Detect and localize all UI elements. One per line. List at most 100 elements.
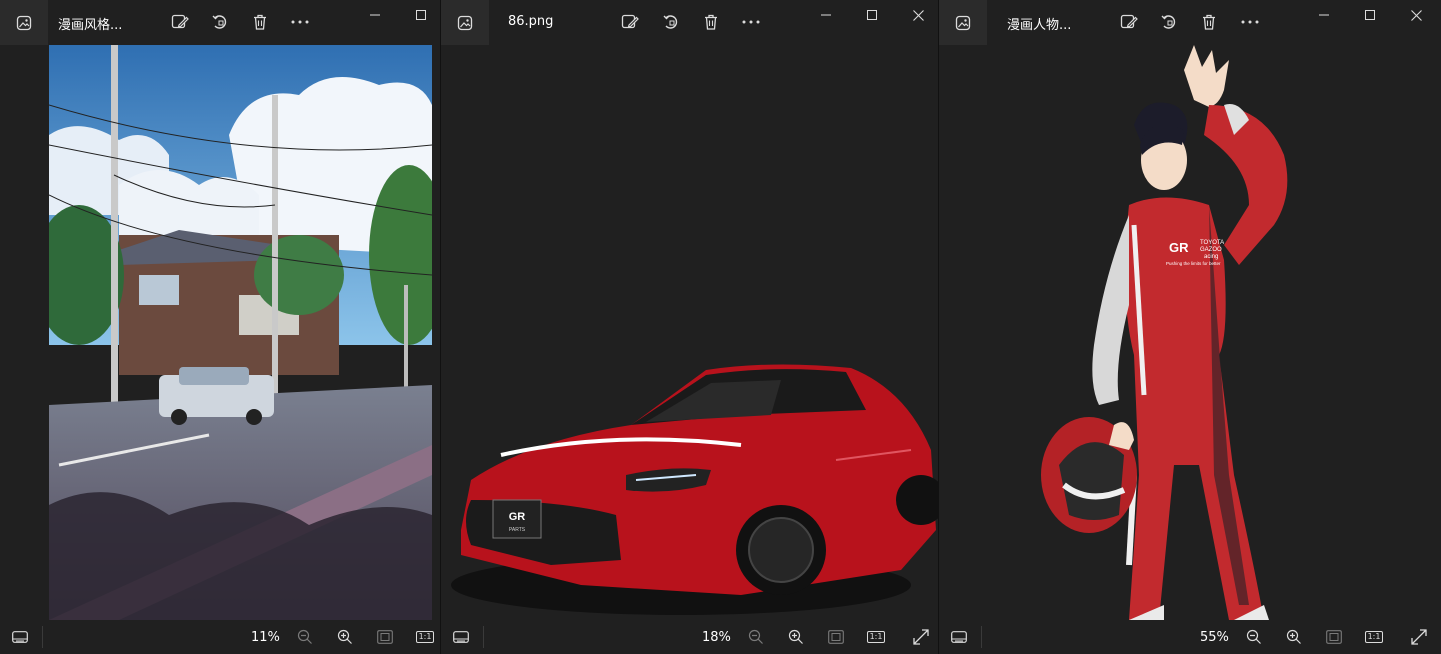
status-bar: 55% 1:1 [939, 620, 1441, 654]
title-bar[interactable]: 86.png [441, 0, 938, 45]
close-icon [1410, 9, 1422, 21]
tab-title: 漫画人物... [1007, 18, 1072, 33]
actual-size-button[interactable]: 1:1 [411, 623, 439, 651]
racing-logo-text: acing [1204, 254, 1218, 260]
actual-size-button[interactable]: 1:1 [1360, 623, 1388, 651]
delete-icon [254, 14, 266, 30]
zoom-in-button[interactable] [1280, 623, 1308, 651]
more-icon [291, 20, 309, 24]
street-scene-image [49, 45, 432, 620]
close-icon [912, 9, 924, 21]
maximize-button[interactable] [398, 0, 440, 30]
edit-image-button[interactable] [164, 8, 196, 36]
more-icon [742, 20, 760, 24]
delete-button[interactable] [695, 8, 727, 36]
edit-image-icon [1120, 14, 1138, 29]
edit-image-button[interactable] [1113, 8, 1145, 36]
filmstrip-icon [951, 631, 967, 643]
image-canvas[interactable]: GR PARTS [441, 45, 938, 620]
zoom-level[interactable]: 18% [702, 630, 731, 645]
zoom-level[interactable]: 55% [1200, 630, 1229, 645]
tab-title: 86.png [508, 14, 554, 29]
fit-to-window-button[interactable] [371, 623, 399, 651]
zoom-in-button[interactable] [331, 623, 359, 651]
maximize-icon [416, 10, 426, 20]
actual-size-icon: 1:1 [866, 631, 886, 643]
parts-badge: PARTS [509, 527, 526, 533]
actual-size-icon: 1:1 [415, 631, 435, 643]
filmstrip-icon [12, 631, 28, 643]
fit-to-window-button[interactable] [1320, 623, 1348, 651]
delete-icon [705, 14, 717, 30]
fit-to-window-button[interactable] [822, 623, 850, 651]
zoom-level[interactable]: 11% [251, 630, 280, 645]
zoom-in-button[interactable] [782, 623, 810, 651]
filmstrip-button[interactable] [939, 620, 979, 654]
filmstrip-button[interactable] [0, 620, 40, 654]
zoom-in-icon [1286, 629, 1301, 644]
gr-badge: GR [509, 511, 526, 523]
minimize-button[interactable] [1301, 0, 1347, 30]
delete-button[interactable] [244, 8, 276, 36]
filmstrip-icon [453, 631, 469, 643]
more-icon [1241, 20, 1259, 24]
maximize-button[interactable] [1347, 0, 1393, 30]
rotate-button[interactable] [1153, 8, 1185, 36]
title-bar[interactable]: 漫画风格... [0, 0, 440, 45]
fit-to-window-icon [828, 630, 844, 644]
zoom-out-icon [297, 629, 312, 644]
edit-image-icon [171, 14, 189, 29]
rotate-button[interactable] [655, 8, 687, 36]
rotate-button[interactable] [204, 8, 236, 36]
fit-to-window-icon [377, 630, 393, 644]
filmstrip-button[interactable] [441, 620, 481, 654]
zoom-out-button[interactable] [291, 623, 319, 651]
gr-logo-text: GR [1169, 240, 1189, 255]
more-options-button[interactable] [1234, 8, 1266, 36]
fullscreen-icon [913, 629, 929, 645]
actual-size-button[interactable]: 1:1 [862, 623, 890, 651]
close-button[interactable] [895, 0, 938, 30]
photos-app-icon[interactable] [939, 0, 987, 45]
zoom-in-icon [788, 629, 803, 644]
image-canvas[interactable]: GR TOYOTA GAZOO acing Pushing the limits… [939, 45, 1441, 620]
fullscreen-button[interactable] [907, 623, 935, 651]
edit-image-button[interactable] [614, 8, 646, 36]
fit-to-window-icon [1326, 630, 1342, 644]
maximize-button[interactable] [849, 0, 895, 30]
photos-app-icon[interactable] [441, 0, 489, 45]
zoom-out-button[interactable] [1240, 623, 1268, 651]
zoom-out-button[interactable] [742, 623, 770, 651]
minimize-button[interactable] [352, 0, 398, 30]
delete-button[interactable] [1193, 8, 1225, 36]
more-options-button[interactable] [284, 8, 316, 36]
more-options-button[interactable] [735, 8, 767, 36]
photo-viewer-window-2: 86.png GR PARTS 18% 1:1 [441, 0, 938, 654]
photos-app-icon[interactable] [0, 0, 48, 45]
red-car-image: GR PARTS [451, 364, 938, 615]
fullscreen-icon [1411, 629, 1427, 645]
fullscreen-button[interactable] [1405, 623, 1433, 651]
divider [981, 626, 982, 648]
photo-viewer-window-1: 漫画风格... 11% 1:1 [0, 0, 440, 654]
image-canvas[interactable] [0, 45, 440, 620]
close-button[interactable] [1393, 0, 1439, 30]
photo-viewer-window-3: 漫画人物... GR TOYOTA GAZOO acing Pushing th… [939, 0, 1441, 654]
tab-title: 漫画风格... [58, 18, 123, 33]
divider [42, 626, 43, 648]
divider [483, 626, 484, 648]
zoom-out-icon [748, 629, 763, 644]
minimize-icon [821, 14, 831, 16]
title-bar[interactable]: 漫画人物... [939, 0, 1441, 45]
status-bar: 18% 1:1 [441, 620, 938, 654]
zoom-out-icon [1246, 629, 1261, 644]
toyota-logo-text: TOYOTA [1200, 240, 1224, 246]
maximize-icon [1365, 10, 1375, 20]
gazoo-logo-text: GAZOO [1200, 247, 1222, 253]
minimize-button[interactable] [803, 0, 849, 30]
minimize-icon [1319, 14, 1329, 16]
racing-driver-image: GR TOYOTA GAZOO acing Pushing the limits… [1041, 45, 1288, 620]
zoom-in-icon [337, 629, 352, 644]
minimize-icon [370, 14, 380, 16]
actual-size-icon: 1:1 [1364, 631, 1384, 643]
